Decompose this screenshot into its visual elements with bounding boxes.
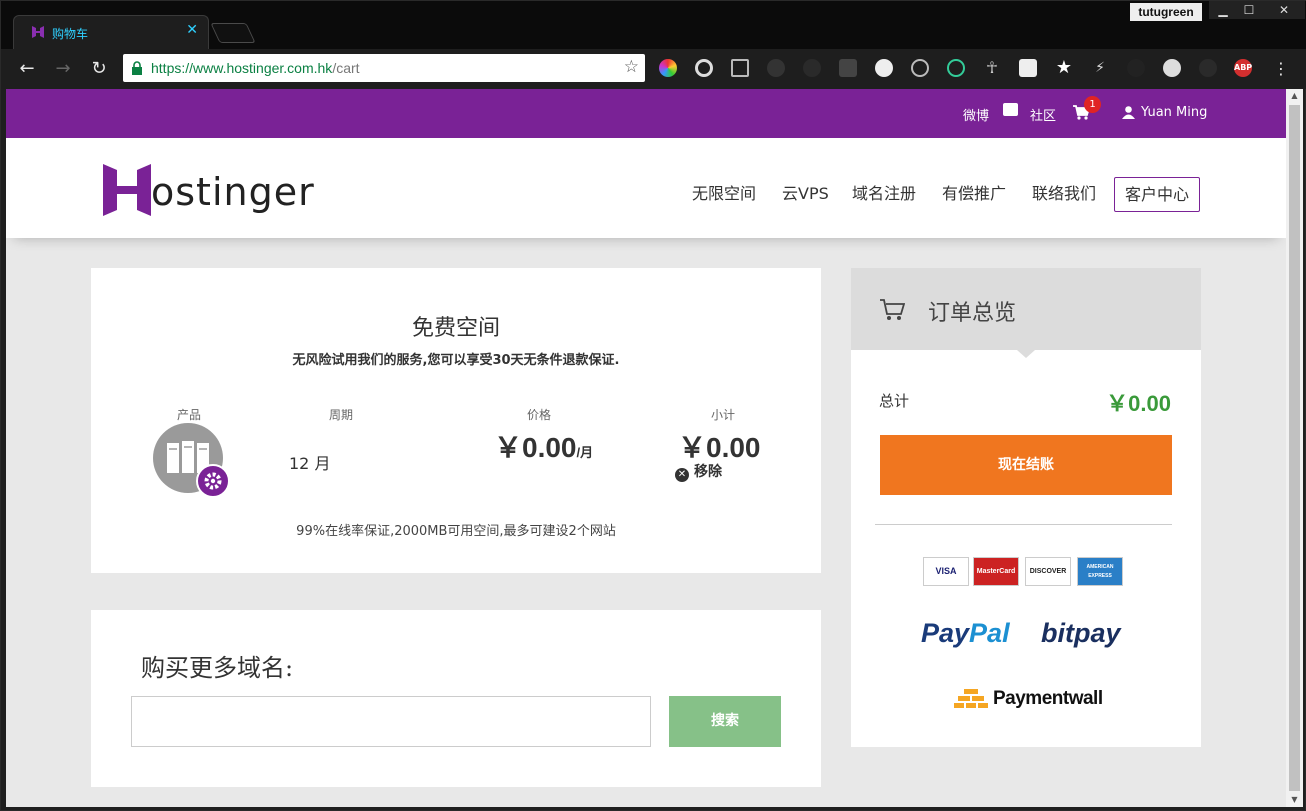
nav-cloud-vps[interactable]: 云VPS [782, 180, 829, 204]
cart-count-badge: 1 [1084, 96, 1101, 113]
chat-icon[interactable] [1003, 103, 1018, 116]
visa-logo: VISA [923, 557, 969, 586]
bitpay-logo: bitpay [1041, 618, 1121, 648]
scroll-up-arrow-icon[interactable]: ▲ [1286, 89, 1303, 103]
gear-extension-icon[interactable] [767, 59, 785, 77]
summary-divider [875, 524, 1172, 525]
remove-button[interactable]: ✕ 移除 [675, 461, 722, 482]
paymentwall-bars-icon [954, 689, 988, 708]
browser-toolbar: ← → ↻ https://www.hostinger.com.hk/cart … [1, 49, 1306, 129]
domain-search-title: 购买更多域名: [141, 654, 294, 682]
nav-unlimited-hosting[interactable]: 无限空间 [692, 180, 756, 204]
discover-logo: DISCOVER [1025, 557, 1071, 586]
hostinger-logo-icon [103, 164, 151, 216]
total-label: 总计 [879, 392, 910, 410]
domain-search-button[interactable]: 搜索 [669, 696, 781, 747]
off-extension-icon[interactable] [1127, 59, 1145, 77]
summary-arrow [1017, 350, 1035, 358]
billing-period: 12 月 [289, 454, 331, 473]
product-card: 免费空间 无风险试用我们的服务,您可以享受30天无条件退款保证. 产品 周期 价… [91, 268, 821, 573]
remove-x-icon: ✕ [675, 468, 689, 482]
subtotal-value: ￥0.00 [678, 432, 761, 463]
community-link[interactable]: 社区 [1030, 105, 1056, 124]
active-tab[interactable]: 购物车 ✕ [13, 15, 209, 49]
bulb-extension-icon[interactable] [911, 59, 929, 77]
page-viewport: 微博 社区 1 Yuan Ming ostinger 无限空间 云VPS 域名注 [6, 89, 1286, 807]
client-center-button[interactable]: 客户中心 [1114, 177, 1200, 212]
url-text: https://www.hostinger.com.hk/cart [151, 60, 360, 76]
mastercard-logo: MasterCard [973, 557, 1019, 586]
domain-search-card: 购买更多域名: 搜索 [91, 610, 821, 787]
title-bar: 购物车 ✕ tutugreen ▁ ☐ ✕ [1, 1, 1306, 49]
circle-extension-icon[interactable] [695, 59, 713, 77]
logo-text: ostinger [151, 170, 315, 214]
col-period: 周期 [328, 408, 353, 422]
paymentwall-logo: Paymentwall [993, 688, 1103, 709]
maximize-button[interactable]: ☐ [1235, 1, 1263, 19]
nav-domain-registration[interactable]: 域名注册 [852, 180, 916, 204]
reload-icon[interactable]: ↻ [87, 57, 111, 81]
ankh-extension-icon[interactable]: ☥ [983, 59, 1001, 77]
col-subtotal: 小计 [710, 408, 735, 422]
price-value: ￥0.00/月 [494, 432, 594, 463]
product-subtitle: 无风险试用我们的服务,您可以享受30天无条件退款保证. [292, 353, 620, 368]
hostinger-favicon-icon [32, 26, 44, 38]
sync-extension-icon[interactable] [947, 59, 965, 77]
message-extension-icon[interactable] [839, 59, 857, 77]
profile-name[interactable]: tutugreen [1130, 3, 1202, 21]
product-features: 99%在线率保证,2000MB可用空间,最多可建设2个网站 [296, 524, 616, 539]
page-scrollbar[interactable]: ▲ ▼ [1286, 89, 1303, 807]
dark2-extension-icon[interactable] [1199, 59, 1217, 77]
amex-logo: AMERICAN EXPRESS [1077, 557, 1123, 586]
browser-window: 购物车 ✕ tutugreen ▁ ☐ ✕ ← → ↻ https://www.… [0, 0, 1306, 811]
cart-icon [880, 299, 905, 320]
nav-contact-us[interactable]: 联络我们 [1032, 180, 1096, 204]
domain-search-input[interactable] [131, 696, 651, 747]
dark-extension-icon[interactable] [803, 59, 821, 77]
col-price: 价格 [526, 408, 551, 422]
hex-extension-icon[interactable] [1163, 59, 1181, 77]
chart-extension-icon[interactable] [731, 59, 749, 77]
paypal-logo: PayPal [921, 618, 1010, 648]
gear-icon[interactable] [196, 464, 230, 498]
color-extension-icon[interactable] [659, 59, 677, 77]
back-arrow-icon[interactable]: ← [15, 57, 39, 81]
bookmark-star-icon[interactable]: ☆ [624, 57, 639, 77]
checkout-button[interactable]: 现在结账 [880, 435, 1172, 495]
forward-arrow-icon[interactable]: → [51, 57, 75, 81]
scroll-thumb[interactable] [1289, 105, 1300, 791]
new-tab-button[interactable] [210, 23, 256, 43]
summary-title: 订单总览 [928, 301, 1017, 326]
site-header: ostinger 无限空间 云VPS 域名注册 有偿推广 联络我们 客户中心 [6, 138, 1286, 238]
star-extension-icon[interactable]: ★ [1055, 59, 1073, 77]
minimize-button[interactable]: ▁ [1209, 1, 1237, 19]
user-icon [1122, 106, 1135, 119]
address-bar[interactable]: https://www.hostinger.com.hk/cart ☆ [123, 54, 645, 82]
nav-paid-promotion[interactable]: 有偿推广 [942, 180, 1006, 204]
menu-dots-icon[interactable]: ⋮ [1269, 57, 1293, 81]
adblock-icon[interactable]: ABP [1234, 59, 1252, 77]
scroll-down-arrow-icon[interactable]: ▼ [1286, 793, 1303, 807]
note-extension-icon[interactable] [1019, 59, 1037, 77]
bolt-extension-icon[interactable]: ⚡ [1091, 59, 1109, 77]
product-title: 免费空间 [411, 316, 500, 341]
summary-header: 订单总览 [851, 268, 1201, 350]
weibo-link[interactable]: 微博 [963, 105, 989, 124]
hostinger-logo[interactable]: ostinger [101, 160, 314, 224]
total-value: ￥0.00 [1106, 391, 1171, 416]
lock-icon [132, 61, 142, 75]
order-summary-card: 订单总览 总计 ￥0.00 现在结账 VISA MasterCard DISCO… [851, 268, 1201, 747]
tab-title: 购物车 [52, 27, 89, 41]
top-bar: 微博 社区 1 Yuan Ming [6, 89, 1286, 138]
ball-extension-icon[interactable] [875, 59, 893, 77]
close-window-button[interactable]: ✕ [1263, 1, 1305, 19]
col-product: 产品 [176, 408, 201, 422]
tab-close-icon[interactable]: ✕ [186, 22, 198, 38]
user-name-link[interactable]: Yuan Ming [1141, 105, 1207, 120]
